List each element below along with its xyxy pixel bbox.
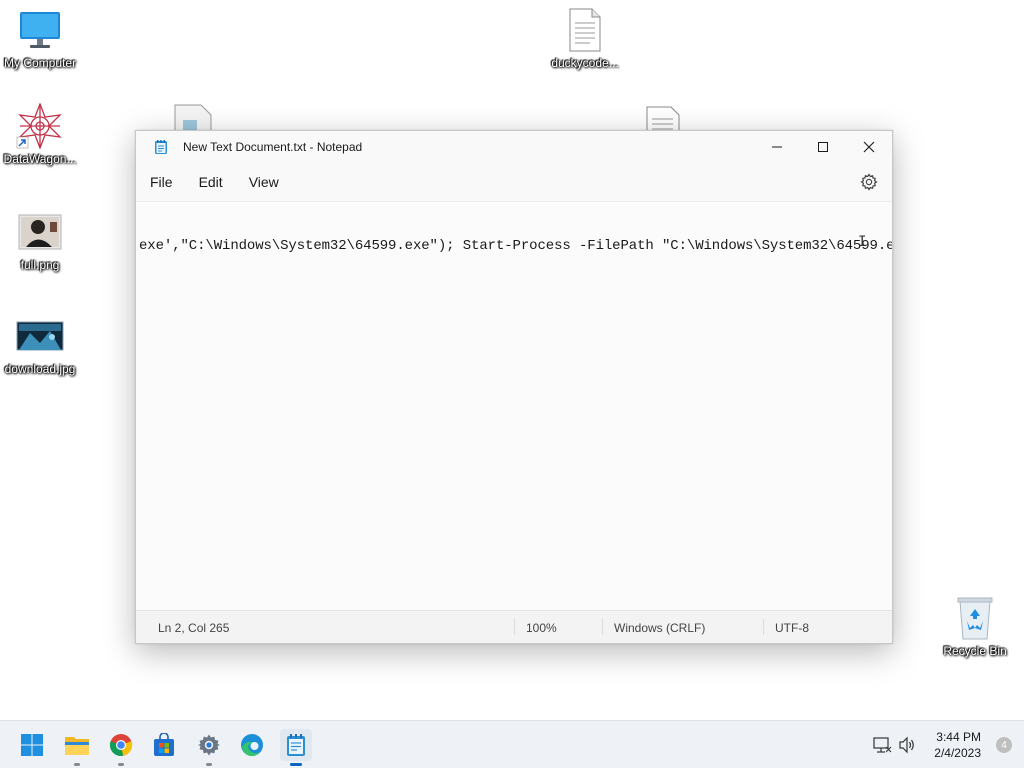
start-button[interactable] (16, 729, 48, 761)
desktop-icon-label: Recycle Bin (943, 644, 1007, 658)
taskbar-file-explorer[interactable] (61, 729, 93, 766)
start-icon (21, 734, 43, 756)
desktop-icon-label: My Computer (3, 56, 77, 70)
desktop-icon-label: duckycode... (551, 56, 619, 70)
maximize-icon (818, 142, 828, 152)
settings-icon (198, 734, 220, 756)
close-button[interactable] (846, 131, 892, 163)
clock-date: 2/4/2023 (934, 746, 981, 760)
edge-icon (241, 734, 263, 757)
clock-time: 3:44 PM (936, 730, 981, 744)
editor-text-line: exe',"C:\Windows\System32\64599.exe"); S… (139, 236, 892, 254)
desktop-icon-my-computer[interactable]: My Computer (0, 8, 80, 70)
status-zoom: 100% (526, 621, 557, 635)
taskbar-chrome[interactable] (105, 729, 137, 766)
desktop-icon-full-png[interactable]: full.png (0, 210, 80, 272)
taskbar-settings[interactable] (193, 729, 225, 766)
shortcut-app-icon (16, 103, 64, 149)
minimize-icon (772, 146, 782, 148)
notepad-icon (287, 734, 305, 756)
taskbar-notepad[interactable] (280, 729, 312, 766)
running-indicator (206, 763, 212, 766)
text-file-icon (561, 8, 609, 52)
status-encoding: UTF-8 (775, 621, 809, 635)
notepad-window[interactable]: New Text Document.txt - Notepad File Edi… (135, 130, 893, 644)
desktop-icon-download-jpg[interactable]: download.jpg (0, 314, 80, 376)
taskbar: 3:44 PM 2/4/2023 4 (0, 720, 1024, 768)
taskbar-edge[interactable] (236, 729, 268, 761)
notification-badge[interactable]: 4 (996, 737, 1012, 753)
microsoft-store-icon (154, 733, 174, 756)
running-indicator (74, 763, 80, 766)
desktop-icon-label: DataWagon... (3, 152, 77, 166)
chrome-icon (109, 734, 133, 756)
menu-view[interactable]: View (237, 168, 291, 196)
desktop-icon-datawagon[interactable]: DataWagon... (0, 103, 80, 166)
menu-file[interactable]: File (138, 168, 185, 196)
hidden-text-file-icon[interactable] (645, 106, 681, 133)
desktop-icon-duckycode[interactable]: duckycode... (545, 8, 625, 70)
running-indicator (118, 763, 124, 766)
text-before-caret: exe',"C:\Windows\System32\64599.exe"); S… (139, 238, 892, 254)
settings-gear-icon[interactable] (860, 173, 878, 191)
notepad-icon (155, 140, 167, 154)
ibeam-cursor-icon: I (858, 234, 867, 250)
menu-edit[interactable]: Edit (187, 168, 235, 196)
image-file-icon (16, 314, 64, 358)
desktop-icon-label: download.jpg (4, 362, 76, 376)
image-file-icon (16, 210, 64, 254)
taskbar-microsoft-store[interactable] (148, 729, 180, 761)
desktop-icon-label: full.png (20, 258, 60, 272)
recycle-bin-icon (951, 596, 999, 640)
status-divider (763, 619, 764, 635)
status-divider (514, 619, 515, 635)
monitor-icon (16, 8, 64, 52)
minimize-button[interactable] (754, 131, 800, 163)
text-editor[interactable]: exe',"C:\Windows\System32\64599.exe"); S… (136, 201, 892, 611)
running-indicator (290, 763, 302, 766)
desktop-icon-recycle-bin[interactable]: Recycle Bin (935, 596, 1015, 658)
network-icon[interactable] (872, 736, 892, 754)
window-title: New Text Document.txt - Notepad (183, 140, 363, 154)
status-line-ending: Windows (CRLF) (614, 621, 706, 635)
maximize-button[interactable] (800, 131, 846, 163)
file-explorer-icon (65, 737, 89, 755)
status-position: Ln 2, Col 265 (158, 621, 230, 635)
status-bar: Ln 2, Col 265 100% Windows (CRLF) UTF-8 (136, 610, 892, 643)
title-bar[interactable]: New Text Document.txt - Notepad (136, 131, 892, 163)
volume-icon[interactable] (898, 736, 916, 754)
clock[interactable]: 3:44 PM 2/4/2023 (934, 729, 981, 761)
system-tray (872, 721, 916, 768)
close-icon (863, 141, 875, 153)
status-divider (602, 619, 603, 635)
menu-bar: File Edit View (136, 163, 892, 201)
